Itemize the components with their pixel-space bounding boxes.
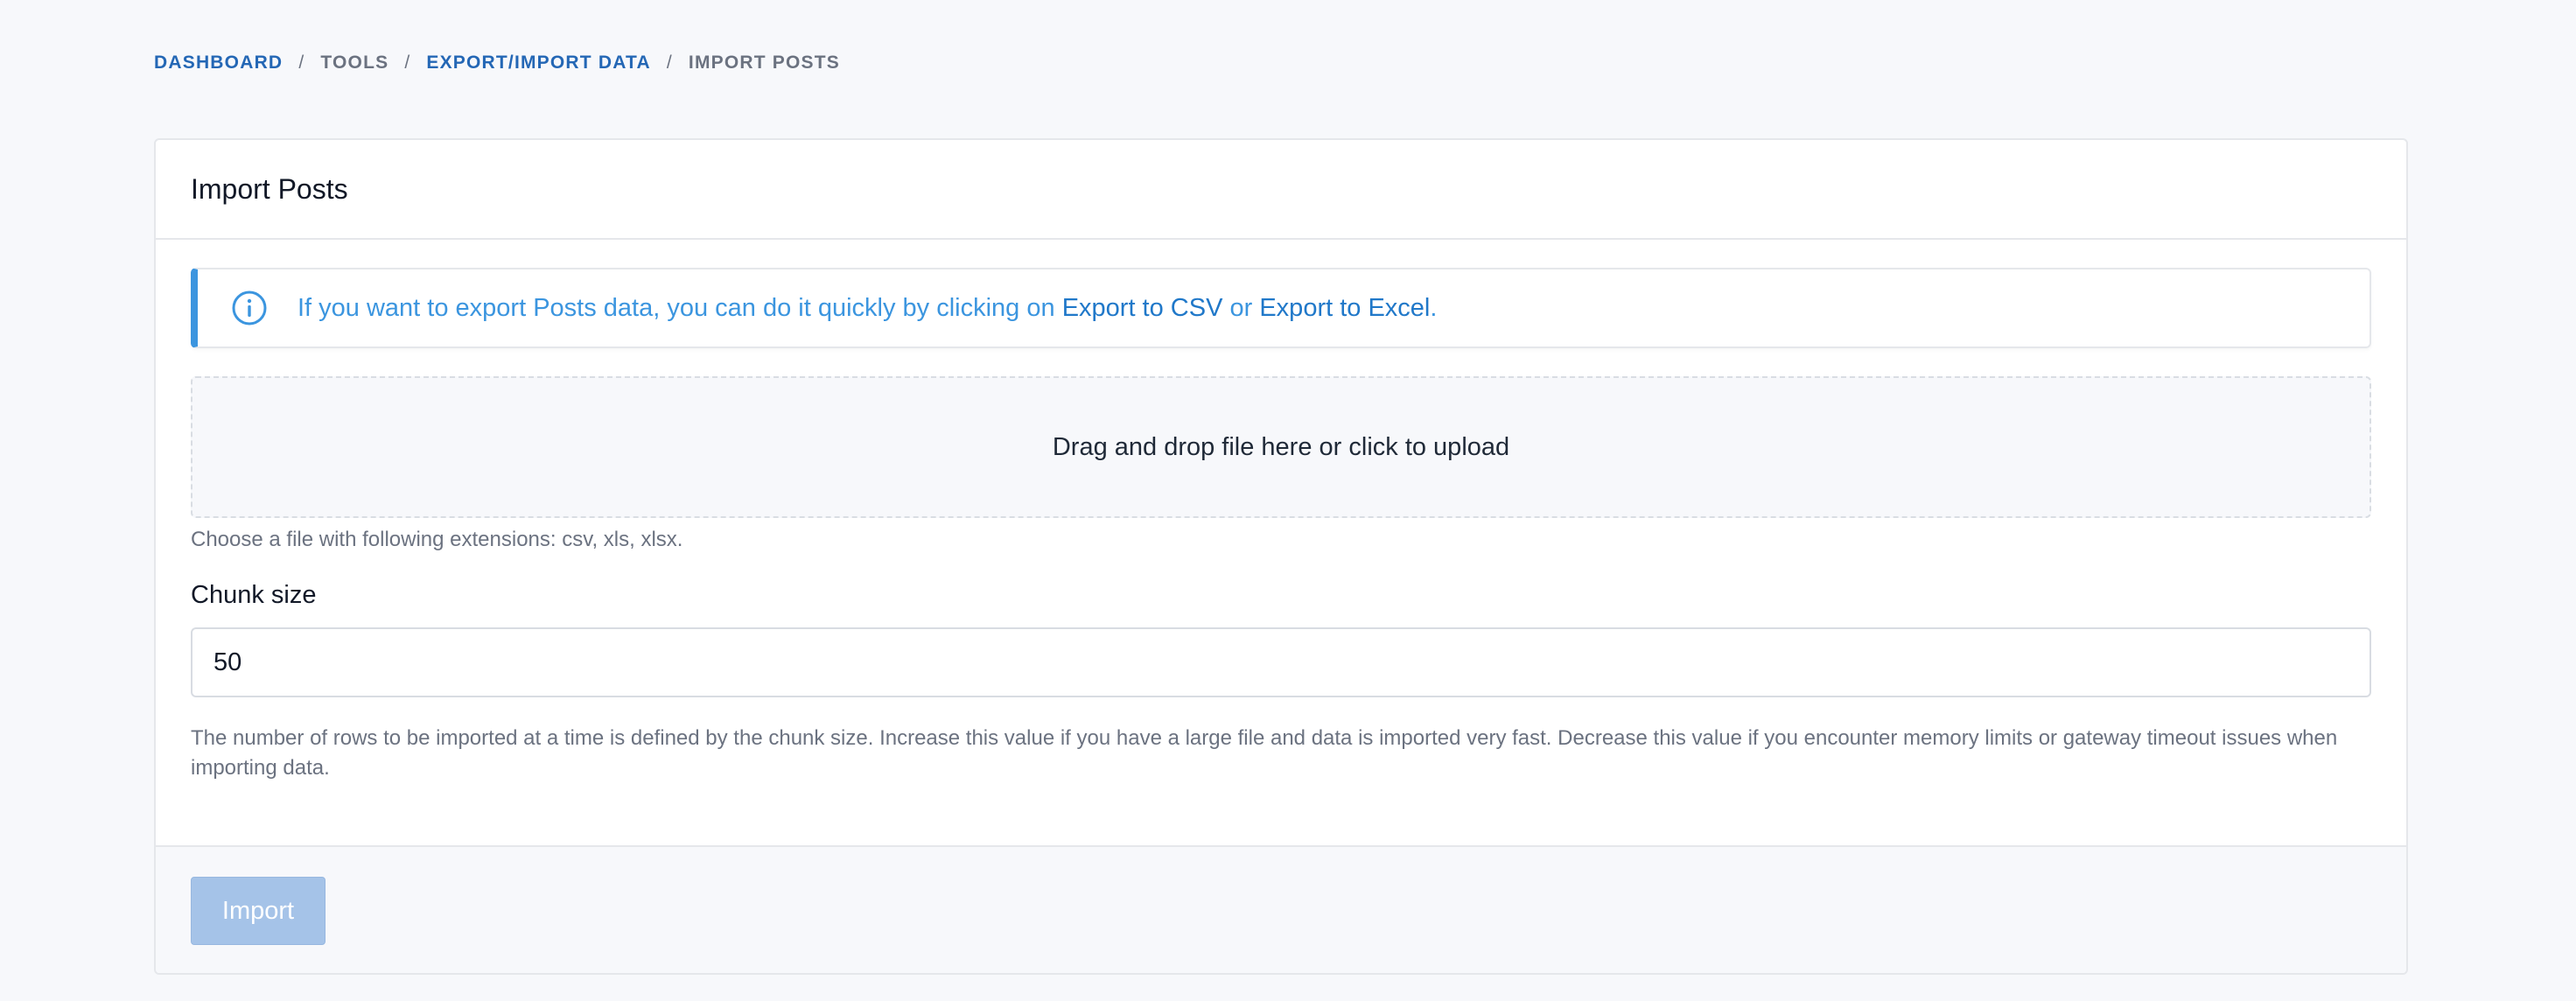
chunk-size-label: Chunk size xyxy=(191,581,317,609)
breadcrumb-import-posts: Import Posts xyxy=(688,52,840,73)
breadcrumb-export-import-data[interactable]: Export/Import Data xyxy=(426,52,651,74)
breadcrumb: Dashboard / Tools / Export/Import Data /… xyxy=(154,52,840,74)
card-footer: Import xyxy=(156,845,2406,973)
export-csv-link[interactable]: Export to CSV xyxy=(1062,294,1223,322)
card-body: If you want to export Posts data, you ca… xyxy=(156,268,2406,783)
breadcrumb-dashboard[interactable]: Dashboard xyxy=(154,52,283,74)
import-card: Import Posts If you want to export Posts… xyxy=(154,138,2408,975)
alert-text-or: or xyxy=(1222,293,1260,322)
breadcrumb-separator: / xyxy=(298,52,305,73)
card-header: Import Posts xyxy=(156,140,2406,240)
info-icon xyxy=(231,290,268,326)
breadcrumb-separator: / xyxy=(404,52,411,73)
alert-message: If you want to export Posts data, you ca… xyxy=(298,294,1437,323)
dropzone-label: Drag and drop file here or click to uplo… xyxy=(1052,432,1510,461)
export-excel-link[interactable]: Export to Excel xyxy=(1259,294,1430,322)
chunk-size-input[interactable] xyxy=(191,627,2371,697)
breadcrumb-tools: Tools xyxy=(320,52,389,73)
breadcrumb-separator: / xyxy=(666,52,673,73)
alert-text-before: If you want to export Posts data, you ca… xyxy=(298,293,1062,322)
alert-text-after: . xyxy=(1430,293,1438,322)
file-extensions-help: Choose a file with following extensions:… xyxy=(191,528,683,551)
import-button[interactable]: Import xyxy=(191,877,326,945)
chunk-size-help: The number of rows to be imported at a t… xyxy=(191,726,2338,780)
info-alert: If you want to export Posts data, you ca… xyxy=(191,268,2371,348)
page: Dashboard / Tools / Export/Import Data /… xyxy=(0,0,2576,1001)
page-title: Import Posts xyxy=(191,172,348,205)
file-dropzone[interactable]: Drag and drop file here or click to uplo… xyxy=(191,376,2371,518)
